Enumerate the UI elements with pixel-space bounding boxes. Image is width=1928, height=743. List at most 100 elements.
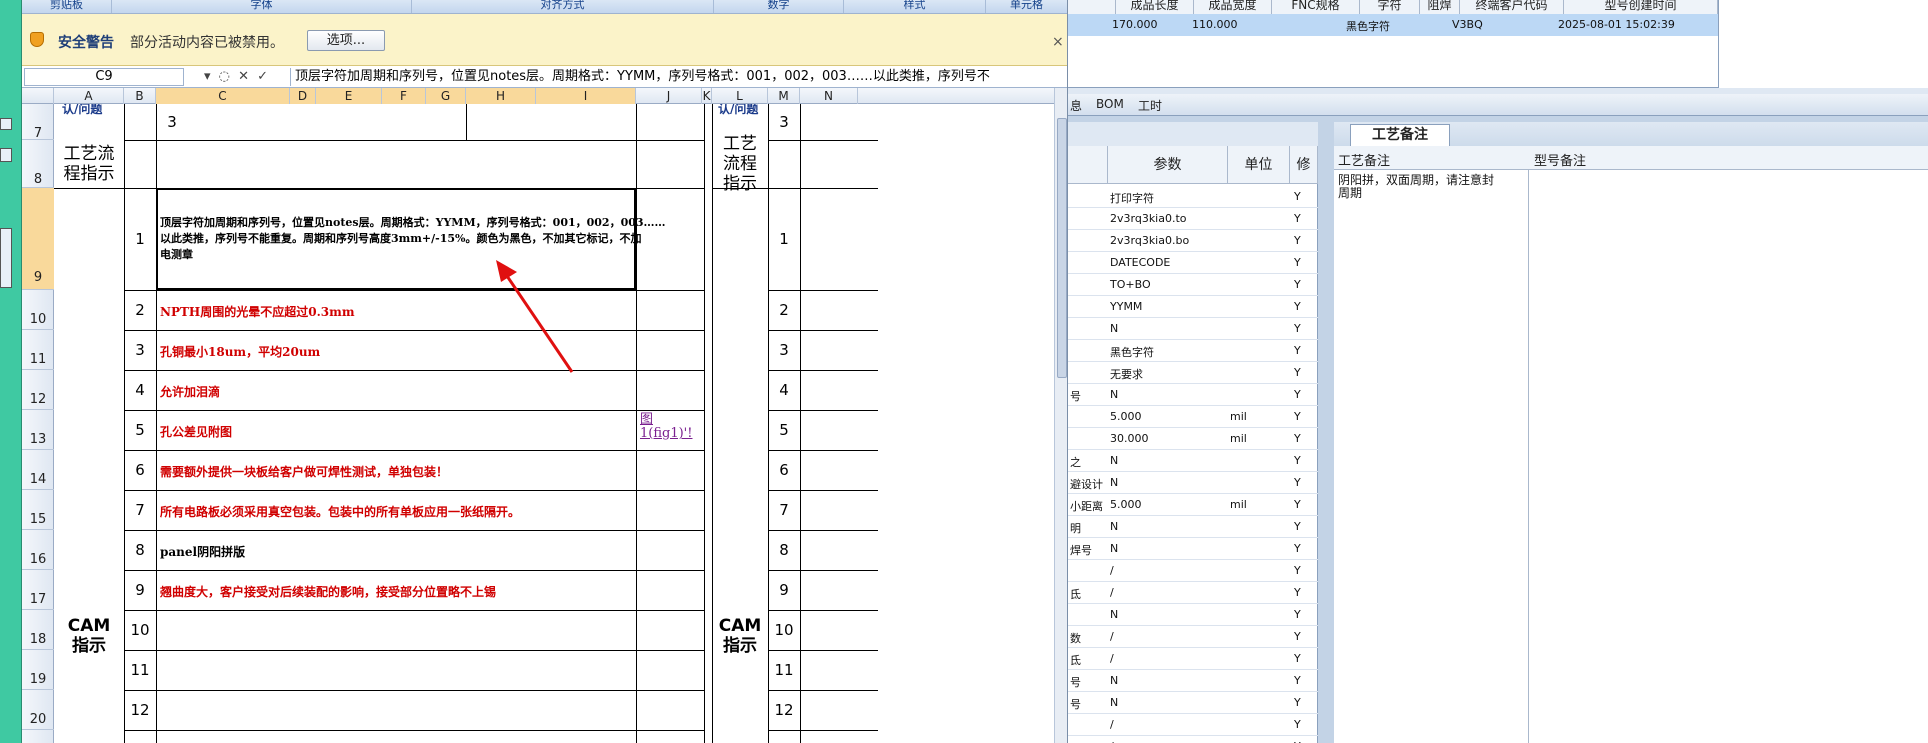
param-row[interactable]: 焊号 N Y	[1068, 538, 1318, 560]
column-header[interactable]: G	[426, 88, 466, 104]
param-row[interactable]: YYMM Y	[1068, 296, 1318, 318]
tab-process-notes[interactable]: 工艺备注	[1350, 124, 1450, 146]
ribbon-group-font[interactable]: 字体	[112, 0, 412, 13]
param-row[interactable]: NY	[1068, 604, 1318, 626]
param-row[interactable]: TO+BO Y	[1068, 274, 1318, 296]
row-header[interactable]: 8	[22, 140, 54, 188]
param-value: 打印字符	[1110, 192, 1154, 205]
ribbon-group-styles[interactable]: 样式	[844, 0, 986, 13]
grid-header[interactable]: 成品宽度	[1194, 0, 1272, 14]
ribbon-group-clipboard[interactable]: 剪贴板	[22, 0, 112, 13]
param-row[interactable]: 号NY	[1068, 670, 1318, 692]
column-header[interactable]: D	[290, 88, 316, 104]
param-row[interactable]: 打印字符 Y	[1068, 186, 1318, 208]
worksheet-grid[interactable]: 认/问题 3 工艺流程指示 CAM指示 1 2 3 4 5 6 7 8 9 10…	[54, 104, 1054, 743]
row-header[interactable]: 7	[22, 104, 54, 141]
tab-bom[interactable]: BOM	[1096, 97, 1124, 111]
flag-header[interactable]: 修	[1290, 146, 1318, 184]
unit-header[interactable]: 单位	[1228, 146, 1290, 184]
grid-header[interactable]: FNC规格	[1272, 0, 1360, 14]
grid-header[interactable]: 成品长度	[1116, 0, 1194, 14]
param-row-label: 小距离	[1070, 500, 1103, 513]
row-header[interactable]: 17	[22, 570, 54, 610]
tab-hours[interactable]: 工时	[1138, 97, 1162, 114]
param-row[interactable]: /Y	[1068, 560, 1318, 582]
grid-header[interactable]: 阻焊	[1420, 0, 1460, 14]
row-header[interactable]: 20	[22, 690, 54, 730]
row-header[interactable]: 13	[22, 410, 54, 450]
column-header[interactable]: F	[382, 88, 426, 104]
param-row[interactable]: 黑色字符 Y	[1068, 340, 1318, 362]
param-row[interactable]: 小距离 5.000 mil Y	[1068, 494, 1318, 516]
param-row[interactable]: 氐 / Y	[1068, 582, 1318, 604]
row-header[interactable]: 11	[22, 330, 54, 370]
param-row[interactable]: 明NY	[1068, 516, 1318, 538]
row-header[interactable]: 10	[22, 290, 54, 330]
vertical-scrollbar[interactable]	[1054, 88, 1067, 743]
grid-header[interactable]: 型号创建时间	[1564, 0, 1718, 14]
detail-tabstrip: 息 BOM 工时	[1068, 94, 1928, 116]
ribbon-group-alignment[interactable]: 对齐方式	[412, 0, 714, 13]
param-value: /	[1110, 652, 1114, 665]
param-row[interactable]: 2v3rq3kia0.bo Y	[1068, 230, 1318, 252]
scrollbar-thumb[interactable]	[1057, 118, 1067, 378]
param-value: /	[1110, 718, 1114, 731]
param-row[interactable]: /Y	[1068, 736, 1318, 743]
column-header[interactable]: K	[702, 88, 712, 104]
tab-info[interactable]: 息	[1070, 97, 1082, 114]
column-header[interactable]: E	[316, 88, 382, 104]
param-row[interactable]: 无要求 Y	[1068, 362, 1318, 384]
param-row[interactable]: 数 / Y	[1068, 626, 1318, 648]
column-header[interactable]: C	[156, 88, 290, 104]
param-row-label: 号	[1070, 676, 1081, 689]
formula-function-icons[interactable]: ▾ ◌ ✕ ✓ fx	[204, 68, 282, 102]
column-header[interactable]: B	[124, 88, 156, 104]
grid-header[interactable]	[1068, 0, 1116, 14]
param-row-label: 数	[1070, 632, 1081, 645]
row-header[interactable]: 16	[22, 530, 54, 570]
options-button[interactable]: 选项...	[307, 30, 385, 51]
vertical-splitter[interactable]	[1318, 122, 1334, 743]
ribbon-group-number[interactable]: 数字	[714, 0, 844, 13]
param-row[interactable]: 5.000 mil Y	[1068, 406, 1318, 428]
column-header[interactable]: I	[536, 88, 636, 104]
column-header[interactable]: A	[54, 88, 124, 104]
param-row[interactable]: 氐 / Y	[1068, 648, 1318, 670]
record-created-time: 2025-08-01 15:02:39	[1558, 18, 1675, 31]
grid-header[interactable]: 终端客户代码	[1460, 0, 1564, 14]
ribbon-group-cells[interactable]: 单元格	[986, 0, 1067, 13]
process-notes-text[interactable]: 阴阳拼，双面周期，请注意封周期	[1338, 174, 1503, 200]
name-box[interactable]: C9	[24, 68, 184, 86]
param-row[interactable]: 号NY	[1068, 692, 1318, 714]
column-header[interactable]: J	[636, 88, 702, 104]
param-row[interactable]: 2v3rq3kia0.to Y	[1068, 208, 1318, 230]
grid-header[interactable]: 字符	[1360, 0, 1420, 14]
param-row[interactable]: 之NY	[1068, 450, 1318, 472]
column-header[interactable]: M	[768, 88, 800, 104]
close-icon[interactable]: ×	[1052, 35, 1066, 49]
row-header[interactable]: 12	[22, 370, 54, 410]
column-header[interactable]: H	[466, 88, 536, 104]
param-row[interactable]: DATECODE Y	[1068, 252, 1318, 274]
select-all-corner[interactable]	[22, 88, 54, 104]
param-row[interactable]: 30.000 mil Y	[1068, 428, 1318, 450]
param-row[interactable]: NY	[1068, 318, 1318, 340]
param-row[interactable]: /Y	[1068, 714, 1318, 736]
notes-body: 阴阳拼，双面周期，请注意封周期	[1334, 170, 1928, 743]
row-header[interactable]: 9	[22, 188, 54, 290]
process-notes-column[interactable]: 阴阳拼，双面周期，请注意封周期	[1334, 170, 1529, 743]
row-header[interactable]: 15	[22, 490, 54, 530]
param-header[interactable]: 参数	[1108, 146, 1228, 184]
row-header[interactable]: 18	[22, 610, 54, 650]
param-row[interactable]: 避设计 N Y	[1068, 472, 1318, 494]
record-silkscreen: 黑色字符	[1346, 20, 1390, 33]
row-header[interactable]: 14	[22, 450, 54, 490]
param-row-label: 之	[1070, 456, 1081, 469]
column-header[interactable]: N	[800, 88, 858, 104]
param-row[interactable]: 号NY	[1068, 384, 1318, 406]
column-header[interactable]: L	[712, 88, 768, 104]
param-value: TO+BO	[1110, 278, 1151, 291]
row-header[interactable]: 19	[22, 650, 54, 690]
formula-input[interactable]: 顶层字符加周期和序列号，位置见notes层。周期格式：YYMM，序列号格式：00…	[290, 68, 1050, 86]
param-value: N	[1110, 608, 1119, 621]
